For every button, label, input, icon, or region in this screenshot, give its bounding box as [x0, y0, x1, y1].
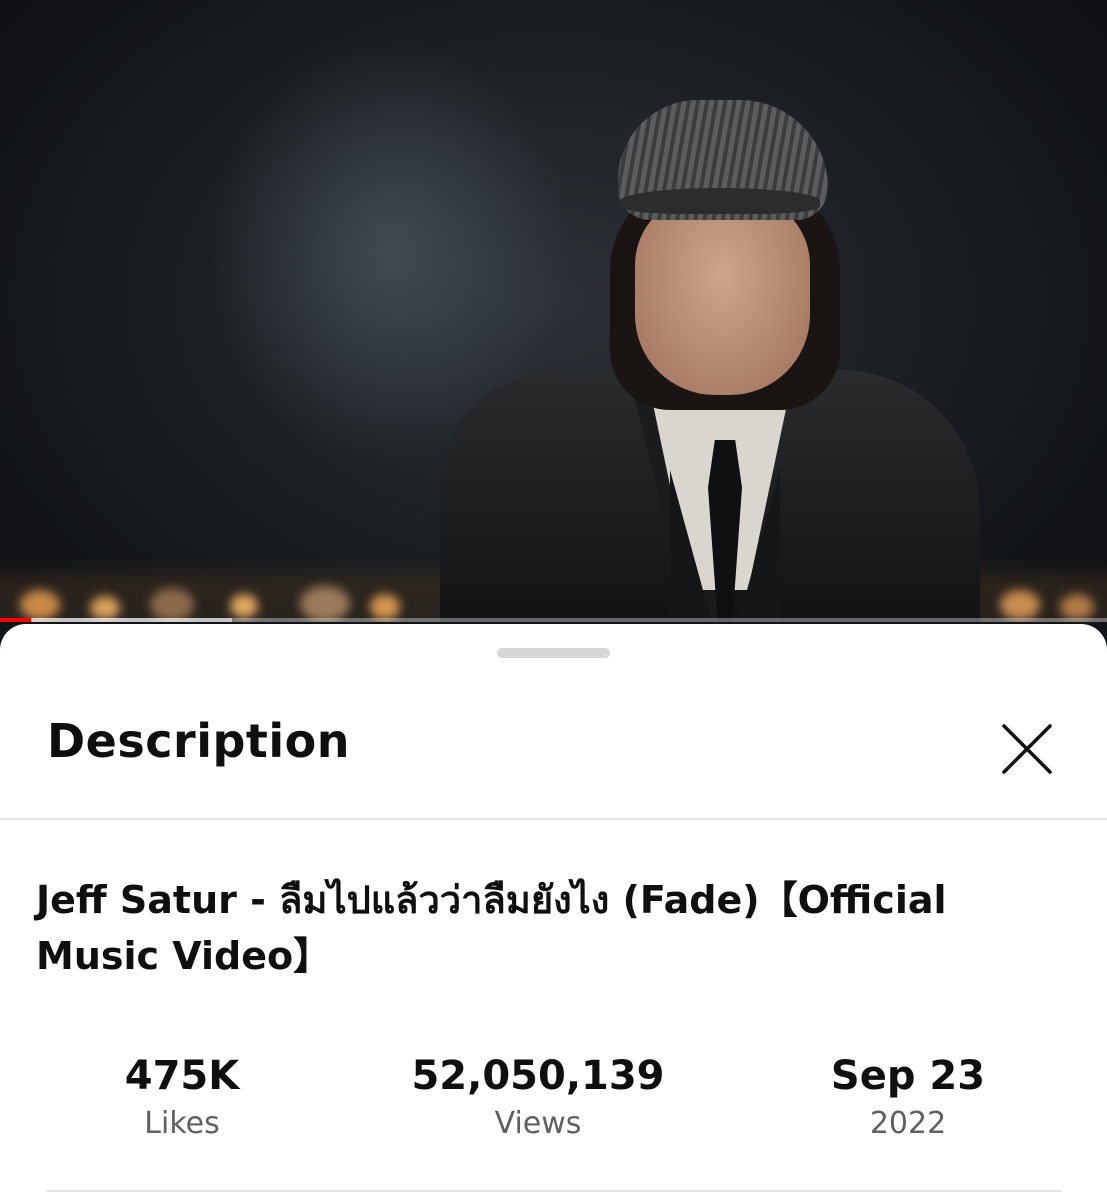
sheet-header: Description	[0, 684, 1107, 818]
video-frame-person	[440, 90, 1000, 622]
upload-date: Sep 23	[830, 1053, 986, 1099]
app-screen: Description Jeff Satur - ลืมไปแล้วว่าลืม…	[0, 0, 1107, 1200]
close-button[interactable]	[996, 718, 1058, 780]
video-progress-bar[interactable]	[0, 618, 1107, 622]
upload-year: 2022	[869, 1106, 947, 1141]
progress-played	[0, 618, 31, 622]
close-icon	[1002, 724, 1052, 774]
video-player[interactable]	[0, 0, 1107, 622]
video-title: Jeff Satur - ลืมไปแล้วว่าลืมยังไง (Fade)…	[36, 878, 947, 978]
views-label: Views	[494, 1106, 582, 1141]
likes-count: 475K	[124, 1053, 240, 1099]
description-sheet: Description Jeff Satur - ลืมไปแล้วว่าลืม…	[0, 624, 1107, 1200]
drag-handle[interactable]	[497, 648, 610, 658]
section-divider	[46, 1190, 1061, 1192]
views-count: 52,050,139	[411, 1053, 665, 1099]
sheet-title: Description	[47, 714, 351, 768]
likes-label: Likes	[144, 1106, 220, 1141]
views-stat: 52,050,139 Views	[388, 1048, 688, 1144]
likes-stat: 475K Likes	[32, 1048, 332, 1144]
header-divider	[0, 818, 1107, 820]
video-stats: 475K Likes 52,050,139 Views Sep 23 2022	[0, 1048, 1107, 1148]
progress-buffered	[0, 618, 233, 622]
date-stat: Sep 23 2022	[758, 1048, 1058, 1144]
